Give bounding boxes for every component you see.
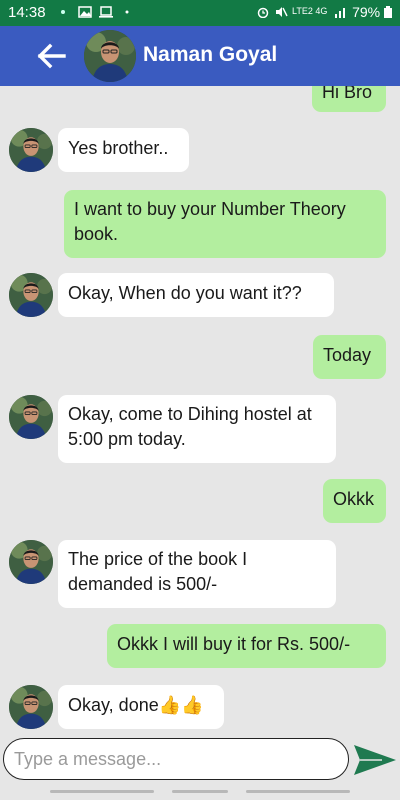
battery-level: 79% (352, 4, 392, 20)
mute-icon (276, 7, 288, 17)
sender-avatar (9, 395, 53, 439)
sender-avatar (9, 273, 53, 317)
nav-bar-hint (246, 790, 350, 793)
laptop-icon (99, 6, 113, 18)
alarm-icon (257, 7, 269, 18)
message-incoming: Okay, When do you want it?? (58, 273, 334, 317)
battery-percent: 79% (352, 4, 381, 20)
contact-name[interactable]: Naman Goyal (143, 43, 277, 67)
nav-bar-hint (50, 790, 154, 793)
message-incoming: Okay, done👍👍 (58, 685, 224, 729)
contact-avatar[interactable] (84, 30, 136, 82)
message-outgoing: Okkk (323, 479, 386, 523)
message-list[interactable]: Hi Bro Yes brother.. I want to buy your … (0, 86, 400, 736)
message-outgoing: Today (313, 335, 386, 379)
send-icon[interactable] (352, 742, 398, 778)
avatar-photo-icon (9, 540, 53, 584)
status-bar: 14:38 LTE2 4G 79% (0, 0, 400, 26)
sender-avatar (9, 128, 53, 172)
sender-avatar (9, 540, 53, 584)
message-outgoing: Okkk I will buy it for Rs. 500/- (107, 624, 386, 668)
message-incoming: Okay, come to Dihing hostel at 5:00 pm t… (58, 395, 336, 463)
avatar-photo-icon (84, 30, 136, 82)
chat-header: Naman Goyal (0, 26, 400, 86)
avatar-photo-icon (9, 685, 53, 729)
message-outgoing: I want to buy your Number Theory book. (64, 190, 386, 258)
status-time: 14:38 (8, 4, 46, 21)
notification-dot-icon (125, 10, 129, 14)
message-incoming: Yes brother.. (58, 128, 189, 172)
avatar-photo-icon (9, 395, 53, 439)
message-outgoing: Hi Bro (312, 86, 386, 112)
gallery-icon (78, 6, 92, 18)
network-label: LTE2 4G (292, 6, 328, 16)
battery-icon (384, 6, 392, 18)
avatar-photo-icon (9, 128, 53, 172)
sender-avatar (9, 685, 53, 729)
nav-bar-hint (172, 790, 228, 793)
message-input[interactable] (3, 738, 349, 780)
back-arrow-icon[interactable] (34, 40, 68, 72)
notification-dot-icon (61, 10, 65, 14)
avatar-photo-icon (9, 273, 53, 317)
signal-icon (335, 8, 345, 18)
message-incoming: The price of the book I demanded is 500/… (58, 540, 336, 608)
